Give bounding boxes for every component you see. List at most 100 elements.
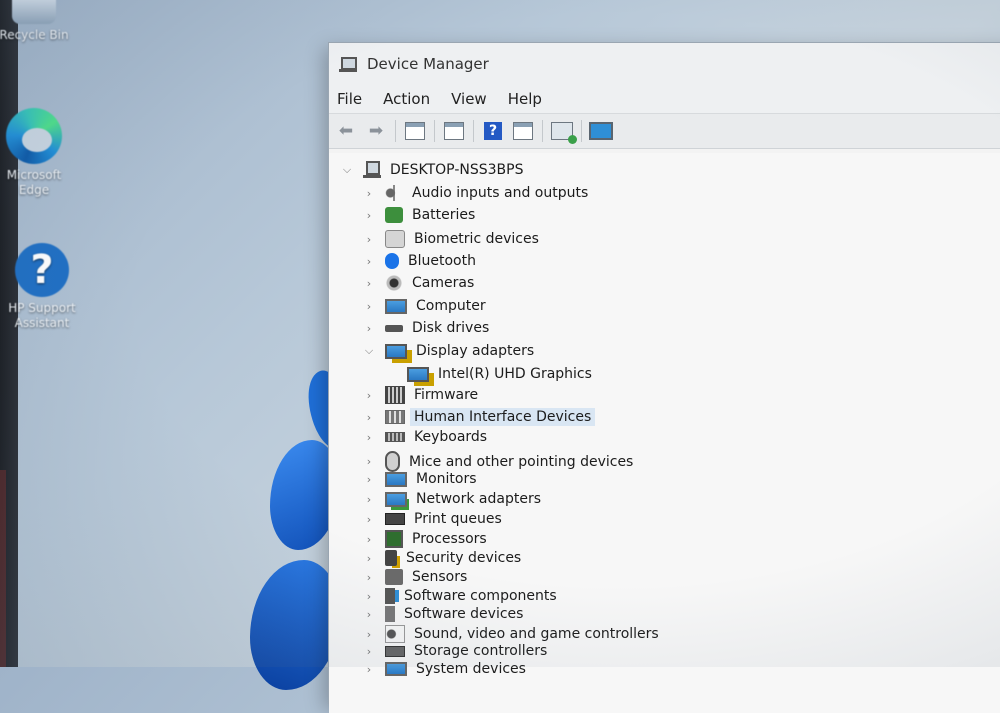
desktop-icon-hp-support[interactable]: ? HP Support Assistant	[2, 243, 82, 331]
chevron-right-icon[interactable]: ›	[363, 209, 375, 222]
tree-item-label: Intel(R) UHD Graphics	[438, 366, 592, 382]
firmware-icon	[385, 386, 405, 404]
tree-item-print-queues[interactable]: › Print queues	[363, 511, 502, 527]
camera-icon	[385, 275, 403, 291]
system-device-icon	[385, 662, 407, 676]
chevron-right-icon[interactable]: ›	[363, 628, 375, 641]
printer-icon	[385, 513, 405, 525]
tree-item-label: Mice and other pointing devices	[409, 453, 634, 470]
tree-item-software-components[interactable]: › Software components	[363, 588, 557, 604]
tree-item-disk-drives[interactable]: › Disk drives	[363, 320, 489, 336]
monitor-icon	[385, 471, 407, 487]
tree-item-cameras[interactable]: › Cameras	[363, 275, 474, 291]
monitor-icon[interactable]	[588, 119, 614, 143]
tree-item-software-devices[interactable]: › Software devices	[363, 606, 523, 622]
tree-item-keyboards[interactable]: › Keyboards	[363, 429, 487, 445]
chevron-right-icon[interactable]: ›	[363, 322, 375, 335]
chevron-right-icon[interactable]: ›	[363, 411, 375, 424]
chevron-right-icon[interactable]: ›	[363, 431, 375, 444]
tree-item-security[interactable]: › Security devices	[363, 550, 521, 566]
tree-root-label: DESKTOP-NSS3BPS	[390, 162, 524, 178]
processor-icon	[385, 530, 403, 548]
toolbar-separator	[395, 120, 396, 142]
tree-item-firmware[interactable]: › Firmware	[363, 386, 478, 404]
chevron-right-icon[interactable]: ›	[363, 571, 375, 584]
tree-item-hid[interactable]: › Human Interface Devices	[363, 408, 596, 426]
tree-item-label: Processors	[412, 531, 487, 547]
chevron-right-icon[interactable]: ›	[363, 552, 375, 565]
tree-item-bluetooth[interactable]: › Bluetooth	[363, 253, 476, 269]
bluetooth-icon	[385, 253, 399, 269]
chevron-right-icon[interactable]: ›	[363, 255, 375, 268]
display-adapter-icon	[407, 366, 429, 382]
chevron-right-icon[interactable]: ›	[363, 187, 375, 200]
menu-help[interactable]: Help	[508, 90, 542, 108]
disk-drive-icon	[385, 324, 403, 332]
menu-view[interactable]: View	[451, 90, 487, 108]
chevron-right-icon[interactable]: ›	[363, 590, 375, 603]
title-bar[interactable]: Device Manager	[329, 43, 1000, 85]
chevron-right-icon[interactable]: ›	[363, 300, 375, 313]
tree-item-audio[interactable]: › Audio inputs and outputs	[363, 185, 588, 201]
update-icon[interactable]	[441, 119, 467, 143]
chevron-right-icon[interactable]: ›	[363, 533, 375, 546]
mouse-icon	[385, 451, 400, 472]
toolbar-separator	[434, 120, 435, 142]
computer-icon	[385, 298, 407, 314]
tree-item-processors[interactable]: › Processors	[363, 530, 487, 548]
tree-item-label: Audio inputs and outputs	[412, 185, 589, 201]
menu-file[interactable]: File	[337, 90, 362, 108]
speaker-icon	[385, 185, 403, 201]
keyboard-icon	[385, 432, 405, 442]
tree-item-label: Computer	[416, 298, 486, 314]
desktop-icon-edge[interactable]: Microsoft Edge	[0, 108, 74, 198]
chevron-right-icon[interactable]: ›	[363, 663, 375, 676]
recycle-bin-icon	[12, 0, 56, 24]
chevron-down-icon[interactable]: ⌵	[341, 163, 353, 177]
device-tree: ⌵ DESKTOP-NSS3BPS › Audio inputs and out…	[329, 153, 1000, 713]
tree-item-label: Display adapters	[416, 343, 535, 359]
tree-item-display-adapters[interactable]: ⌵ Display adapters	[363, 343, 534, 359]
chevron-right-icon[interactable]: ›	[363, 389, 375, 402]
tree-item-batteries[interactable]: › Batteries	[363, 207, 475, 223]
tree-item-sensors[interactable]: › Sensors	[363, 569, 467, 585]
forward-icon[interactable]: ➡	[363, 119, 389, 143]
chevron-right-icon[interactable]: ›	[363, 645, 375, 658]
tree-item-mice[interactable]: › Mice and other pointing devices	[363, 451, 633, 472]
back-icon[interactable]: ⬅	[333, 119, 359, 143]
tree-item-sound[interactable]: › Sound, video and game controllers	[363, 625, 659, 643]
chevron-right-icon[interactable]: ›	[363, 513, 375, 526]
desktop-icon-recycle-bin[interactable]: Recycle Bin	[0, 0, 74, 43]
computer-icon	[363, 161, 381, 179]
scan-hardware-icon[interactable]	[549, 119, 577, 144]
chevron-right-icon[interactable]: ›	[363, 277, 375, 290]
tree-item-biometric[interactable]: › Biometric devices	[363, 230, 539, 248]
console-icon[interactable]	[510, 119, 536, 143]
fingerprint-icon	[385, 230, 405, 248]
properties-icon[interactable]	[402, 119, 428, 143]
chevron-right-icon[interactable]: ›	[363, 493, 375, 506]
tree-item-label: Software components	[404, 588, 557, 604]
tree-subitem-intel-uhd[interactable]: Intel(R) UHD Graphics	[407, 366, 592, 382]
tree-item-system[interactable]: › System devices	[363, 661, 526, 677]
window-title: Device Manager	[367, 55, 489, 73]
help-icon: ?	[15, 243, 69, 297]
chevron-right-icon[interactable]: ›	[363, 233, 375, 246]
help-icon[interactable]: ?	[480, 119, 506, 143]
toolbar-separator	[581, 120, 582, 142]
tree-item-label: Print queues	[414, 511, 502, 527]
tree-item-label: Batteries	[412, 207, 476, 223]
menu-action[interactable]: Action	[383, 90, 430, 108]
chevron-right-icon[interactable]: ›	[363, 473, 375, 486]
tree-item-network[interactable]: › Network adapters	[363, 491, 541, 507]
chevron-down-icon[interactable]: ⌵	[363, 344, 375, 358]
toolbar-separator	[542, 120, 543, 142]
tree-item-monitors[interactable]: › Monitors	[363, 471, 477, 487]
tree-root[interactable]: ⌵ DESKTOP-NSS3BPS	[341, 161, 523, 179]
tree-item-label: System devices	[416, 661, 526, 677]
tree-item-label: Disk drives	[412, 320, 490, 336]
chevron-right-icon[interactable]: ›	[363, 608, 375, 621]
chevron-right-icon[interactable]: ›	[363, 455, 375, 468]
tree-item-storage[interactable]: › Storage controllers	[363, 643, 548, 659]
tree-item-computer[interactable]: › Computer	[363, 298, 486, 314]
